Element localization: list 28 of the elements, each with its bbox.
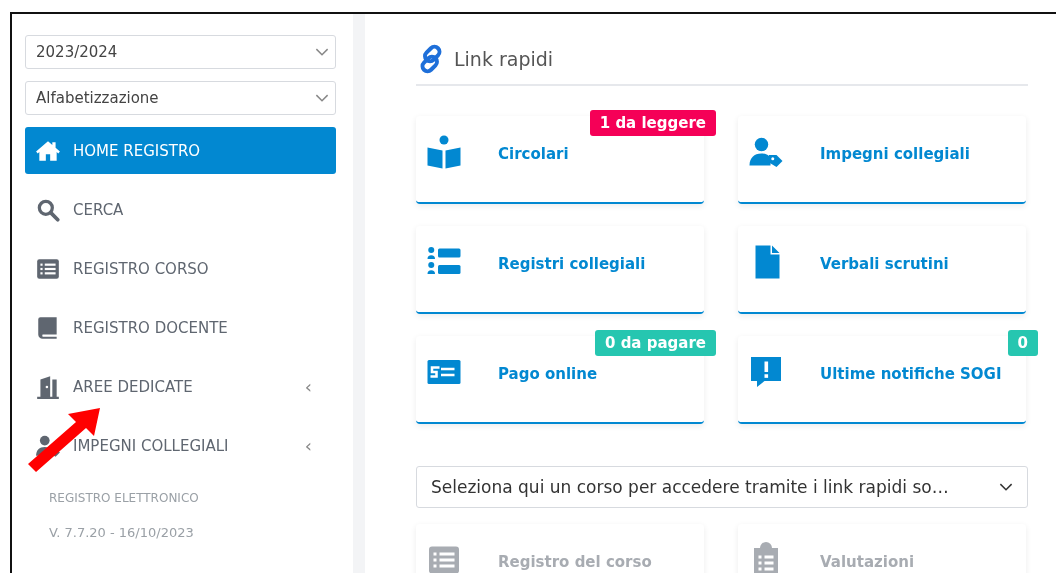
chevron-icon (315, 93, 329, 103)
menu-item[interactable]: HOME REGISTRO (25, 127, 336, 174)
menu-item[interactable]: CERCA (25, 186, 336, 233)
reader-icon (426, 134, 462, 170)
course-dropdown[interactable]: Seleziona qui un corso per accedere tramite i link rapidi so… (416, 466, 1028, 508)
dropdown-value: Alfabetizzazione (36, 89, 159, 107)
chevron-icon (999, 482, 1013, 492)
menu-item[interactable]: REGISTRO CORSO (25, 245, 336, 292)
menu-item[interactable]: AREE DEDICATE ‹ (25, 363, 336, 410)
dropdown[interactable]: 2023/2024 (25, 35, 336, 69)
dropdown-value: 2023/2024 (36, 43, 118, 61)
footer-text: V. 7.7.20 - 16/10/2023 (48, 525, 195, 540)
chevron-icon (315, 47, 329, 57)
count-badge: 0 da pagare (594, 330, 716, 356)
door-icon (35, 373, 61, 400)
section-title: Link rapidi (454, 48, 554, 70)
link-card[interactable]: Verbali scrutini (738, 226, 1026, 314)
expand-icon: ‹ (304, 376, 312, 397)
link-card[interactable]: Impegni collegiali (738, 116, 1026, 204)
link-card[interactable]: Registri collegiali (416, 226, 704, 314)
dropdown[interactable]: Alfabetizzazione (25, 81, 336, 115)
count-badge: 1 da leggere (589, 110, 716, 136)
expand-icon: ‹ (304, 435, 312, 456)
count-badge: 0 (1007, 330, 1038, 356)
dropdown-value: Seleziona qui un corso per accedere tramite i link rapidi so… (431, 477, 949, 497)
menu-item[interactable]: REGISTRO DOCENTE (25, 304, 336, 351)
footer-text: REGISTRO ELETTRONICO (48, 491, 200, 505)
alert-bubble-icon (748, 354, 784, 390)
